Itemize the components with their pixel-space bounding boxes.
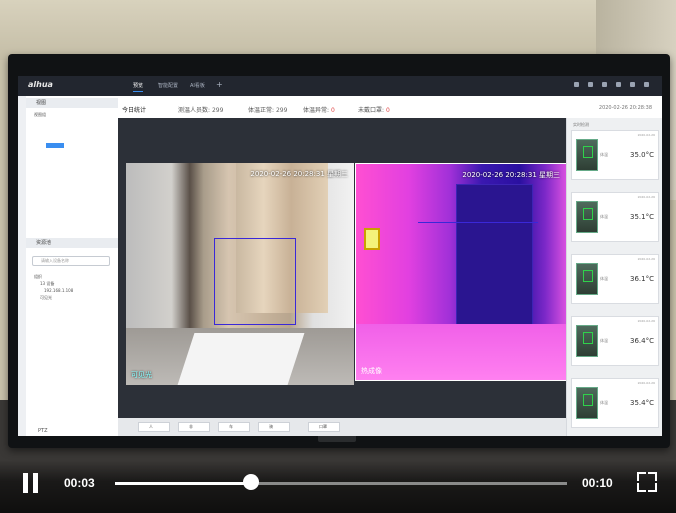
- ptz-control[interactable]: PTZ: [38, 428, 48, 434]
- stats-bar: 今日统计 测温人员数: 299 体温正常: 299 体温异常: 0 未戴口罩: …: [118, 96, 662, 119]
- tree-root[interactable]: 视图组: [34, 112, 46, 118]
- face-box: [583, 146, 593, 158]
- face-snapshot: [576, 201, 598, 233]
- thermal-hotspot: [364, 228, 380, 250]
- face-snapshot: [576, 139, 598, 171]
- background-wall: [0, 0, 676, 60]
- table: [177, 333, 305, 385]
- settings-icon[interactable]: [630, 82, 635, 87]
- tab-ai-board[interactable]: AI看板: [190, 82, 205, 89]
- thermal-label: 热成像: [361, 367, 382, 375]
- record-date: 2020-02-26: [637, 319, 655, 323]
- record-label: 体温: [600, 152, 608, 157]
- face-box: [583, 270, 593, 282]
- resource-section-header[interactable]: 资源池: [26, 238, 118, 248]
- record-card[interactable]: 2020-02-26 体温 35.4°C: [571, 378, 659, 428]
- channel-item[interactable]: 可见光: [40, 295, 52, 301]
- detection-zone: [214, 238, 296, 325]
- thermal-floor: [356, 324, 566, 380]
- record-date: 2020-02-26: [637, 195, 655, 199]
- record-date: 2020-02-26: [637, 133, 655, 137]
- face-snapshot: [576, 387, 598, 419]
- device-ip-item[interactable]: 192.168.1.108: [44, 288, 73, 293]
- thermal-line: [418, 222, 538, 223]
- filter-bike-button[interactable]: 骑: [258, 422, 290, 432]
- record-temperature: 35.1°C: [630, 213, 654, 221]
- thermal-timestamp: 2020-02-26 20:28:31 星期三: [462, 171, 560, 179]
- app-topbar: alhua 预览 智能配置 AI看板 +: [18, 76, 662, 96]
- stat-nomask: 未戴口罩: 0: [358, 107, 390, 114]
- record-card[interactable]: 2020-02-26 体温 36.1°C: [571, 254, 659, 304]
- video-player-controls: [0, 460, 676, 513]
- detection-records-panel: 实时检测 2020-02-26 体温 35.0°C 2020-02-26 体温 …: [566, 118, 662, 436]
- face-box: [583, 332, 593, 344]
- sidebar: 视图 视图组 资源池 请输入设备名称 组织 13 设备 192.168.1.10…: [26, 96, 119, 436]
- fullscreen-button[interactable]: [637, 472, 657, 492]
- progress-track[interactable]: [115, 482, 567, 485]
- visible-timestamp: 2020-02-26 20:28:31 星期三: [250, 170, 348, 178]
- device-search-input[interactable]: 请输入设备名称: [32, 256, 110, 266]
- record-label: 体温: [600, 276, 608, 281]
- thermal-camera-view[interactable]: 2020-02-26 20:28:31 星期三 热成像: [355, 163, 567, 381]
- filter-mask-button[interactable]: 口罩: [308, 422, 340, 432]
- record-temperature: 35.0°C: [630, 151, 654, 159]
- grid-icon[interactable]: [588, 82, 593, 87]
- tab-smart-config[interactable]: 智能配置: [158, 82, 178, 89]
- filter-person-button[interactable]: 人: [138, 422, 170, 432]
- record-date: 2020-02-26: [637, 381, 655, 385]
- stats-datetime: 2020-02-26 20:28:38: [598, 105, 652, 111]
- stat-abnormal: 体温异常: 0: [303, 107, 335, 114]
- video-area: 2020-02-26 20:28:31 星期三 可见光 2020-02-26 2…: [118, 118, 567, 418]
- user-icon[interactable]: [644, 82, 649, 87]
- stat-total: 测温人员数: 299: [178, 107, 224, 114]
- tab-preview[interactable]: 预览: [133, 82, 144, 92]
- total-time: 00:10: [582, 476, 613, 490]
- record-card[interactable]: 2020-02-26 体温 36.4°C: [571, 316, 659, 366]
- pause-icon-bar: [33, 473, 38, 493]
- filter-nonmotor-button[interactable]: 非: [178, 422, 210, 432]
- list-icon[interactable]: [574, 82, 579, 87]
- stat-normal: 体温正常: 299: [248, 107, 288, 114]
- progress-fill: [115, 482, 251, 485]
- tree-selected-item[interactable]: [46, 143, 64, 148]
- record-temperature: 36.4°C: [630, 337, 654, 345]
- face-snapshot: [576, 263, 598, 295]
- pause-button[interactable]: [22, 473, 40, 493]
- record-temperature: 36.1°C: [630, 275, 654, 283]
- record-label: 体温: [600, 338, 608, 343]
- current-time: 00:03: [64, 476, 95, 490]
- record-label: 体温: [600, 214, 608, 219]
- monitor-screen: alhua 预览 智能配置 AI看板 + 视图 视图组 资源池 请输入设备名称 …: [18, 76, 662, 436]
- visible-label: 可见光: [131, 371, 152, 379]
- view-section-header[interactable]: 视图: [26, 98, 118, 108]
- record-date: 2020-02-26: [637, 257, 655, 261]
- record-card[interactable]: 2020-02-26 体温 35.1°C: [571, 192, 659, 242]
- message-icon[interactable]: [616, 82, 621, 87]
- records-title: 实时检测: [573, 122, 589, 127]
- thermal-door: [456, 184, 533, 326]
- stats-title: 今日统计: [122, 107, 147, 114]
- visible-camera-view[interactable]: 2020-02-26 20:28:31 星期三 可见光: [126, 163, 354, 385]
- filter-vehicle-button[interactable]: 车: [218, 422, 250, 432]
- pause-icon: [23, 473, 28, 493]
- record-card[interactable]: 2020-02-26 体温 35.0°C: [571, 130, 659, 180]
- filter-toolbar: 人 非 车 骑 口罩: [118, 418, 566, 436]
- face-box: [583, 394, 593, 406]
- app-logo: alhua: [28, 80, 53, 89]
- face-box: [583, 208, 593, 220]
- device-tree-child[interactable]: 13 设备: [40, 281, 54, 287]
- add-tab-button[interactable]: +: [216, 80, 223, 89]
- face-snapshot: [576, 325, 598, 357]
- alarm-icon[interactable]: [602, 82, 607, 87]
- record-temperature: 35.4°C: [630, 399, 654, 407]
- progress-knob[interactable]: [242, 474, 259, 490]
- record-label: 体温: [600, 400, 608, 405]
- device-tree-root[interactable]: 组织: [34, 274, 42, 280]
